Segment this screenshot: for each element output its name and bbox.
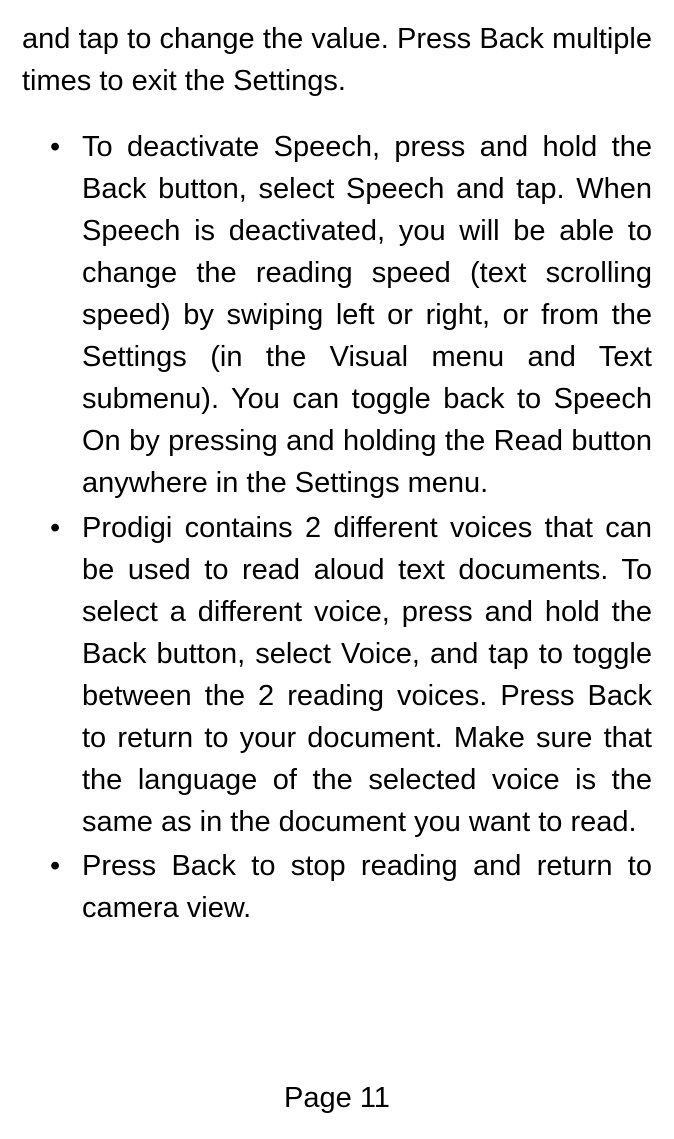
list-item: Prodigi contains 2 different voices that… — [82, 507, 652, 843]
list-item: Press Back to stop reading and return to… — [82, 845, 652, 929]
instruction-list: To deactivate Speech, press and hold the… — [22, 126, 652, 1059]
page-number: Page 11 — [22, 1077, 652, 1119]
intro-paragraph: and tap to change the value. Press Back … — [22, 18, 652, 102]
list-item: To deactivate Speech, press and hold the… — [82, 126, 652, 504]
